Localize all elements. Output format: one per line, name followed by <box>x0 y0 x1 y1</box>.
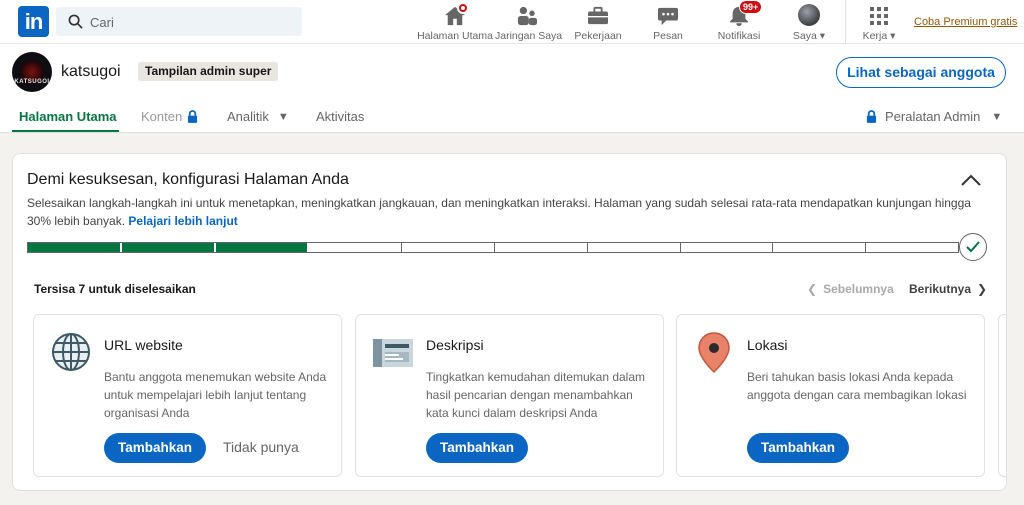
collapse-button[interactable] <box>961 173 981 191</box>
location-pin-icon <box>698 332 730 374</box>
search-box[interactable] <box>56 7 302 36</box>
task-title: URL website <box>104 337 183 353</box>
view-as-member-button[interactable]: Lihat sebagai anggota <box>836 57 1006 88</box>
progress-segment <box>309 243 403 252</box>
task-title: Lokasi <box>747 337 788 353</box>
nav-notifications[interactable]: 99+ Notifikasi <box>714 0 764 42</box>
chevron-up-icon <box>961 174 981 186</box>
task-description: Beri tahukan basis lokasi Anda kepada an… <box>747 370 967 402</box>
no-website-button[interactable]: Tidak punya <box>223 439 299 455</box>
linkedin-logo[interactable]: in <box>18 6 49 37</box>
remaining-count: Tersisa 7 untuk diselesaikan <box>34 282 196 296</box>
nav-messaging[interactable]: Pesan <box>648 4 688 42</box>
top-navigation: in Halaman Utama Jaringan Saya Pekerjaan… <box>0 0 1024 44</box>
progress-segment <box>681 243 774 252</box>
chevron-down-icon: ▼ <box>277 110 289 123</box>
active-tab-indicator <box>12 130 119 132</box>
next-button[interactable]: Berikutnya ❯ <box>909 282 987 296</box>
notification-dot <box>457 2 469 14</box>
setup-progress-bar <box>27 242 959 253</box>
task-title: Deskripsi <box>426 337 484 353</box>
grid-icon <box>870 7 888 25</box>
message-icon <box>658 7 678 26</box>
nav-me[interactable]: Saya ▾ <box>788 4 830 42</box>
search-icon <box>68 14 83 29</box>
task-card-description: Deskripsi Tingkatkan kemudahan ditemukan… <box>355 314 664 477</box>
nav-work[interactable]: Kerja ▾ <box>858 4 900 42</box>
chevron-down-icon: ▼ <box>991 110 1003 123</box>
nav-jobs[interactable]: Pekerjaan <box>574 4 622 42</box>
search-input[interactable] <box>90 11 290 33</box>
task-card-website: URL website Bantu anggota menemukan webs… <box>33 314 342 477</box>
checkmark-icon <box>966 241 980 253</box>
chevron-right-icon: ❯ <box>977 282 988 296</box>
progress-segment <box>495 243 588 252</box>
learn-more-link[interactable]: Pelajari lebih lanjut <box>128 214 237 228</box>
document-icon <box>373 339 413 367</box>
notification-badge: 99+ <box>739 0 763 14</box>
task-description: Bantu anggota menemukan website Anda unt… <box>104 370 327 420</box>
tab-content[interactable]: Konten <box>141 109 198 124</box>
nav-home[interactable]: Halaman Utama <box>417 2 493 42</box>
page-admin-header: KATSUGOI katsugoi Tampilan admin super L… <box>0 44 1024 133</box>
progress-segment <box>866 243 958 252</box>
globe-icon <box>52 333 90 371</box>
add-website-button[interactable]: Tambahkan <box>104 433 207 463</box>
premium-link[interactable]: Coba Premium gratis <box>914 16 1017 28</box>
setup-title: Demi kesuksesan, konfigurasi Halaman And… <box>27 171 349 188</box>
progress-segment <box>215 243 310 252</box>
previous-button[interactable]: ❮ Sebelumnya <box>807 282 894 296</box>
add-description-button[interactable]: Tambahkan <box>426 433 529 463</box>
chevron-down-icon: ▾ <box>819 30 826 42</box>
chevron-down-icon: ▾ <box>890 30 896 42</box>
nav-divider <box>845 0 846 44</box>
avatar <box>798 4 820 26</box>
task-card-next-peek <box>998 314 1006 477</box>
page-name: katsugoi <box>61 63 121 80</box>
setup-description: Selesaikan langkah-langkah ini untuk men… <box>27 196 971 228</box>
page-logo[interactable]: KATSUGOI <box>12 52 52 92</box>
tab-home[interactable]: Halaman Utama <box>19 109 117 124</box>
progress-segment <box>121 243 216 252</box>
progress-segment <box>28 243 122 252</box>
nav-network[interactable]: Jaringan Saya <box>495 4 562 42</box>
admin-tools-menu[interactable]: Peralatan Admin ▼ <box>866 109 1002 124</box>
tab-analytics[interactable]: Analitik ▼ <box>227 109 289 124</box>
task-card-location: Lokasi Beri tahukan basis lokasi Anda ke… <box>676 314 985 477</box>
lock-icon <box>866 110 877 123</box>
add-location-button[interactable]: Tambahkan <box>747 433 850 463</box>
progress-segment <box>588 243 681 252</box>
lock-icon <box>188 110 198 123</box>
people-icon <box>517 6 537 26</box>
chevron-left-icon: ❮ <box>807 282 818 296</box>
progress-segment <box>773 243 867 252</box>
briefcase-icon <box>588 6 608 25</box>
tab-activity[interactable]: Aktivitas <box>316 109 364 124</box>
admin-view-badge: Tampilan admin super <box>138 62 279 81</box>
completion-check <box>959 233 987 261</box>
page-setup-card: Demi kesuksesan, konfigurasi Halaman And… <box>12 153 1007 491</box>
task-description: Tingkatkan kemudahan ditemukan dalam has… <box>426 370 646 420</box>
progress-segment <box>402 243 495 252</box>
